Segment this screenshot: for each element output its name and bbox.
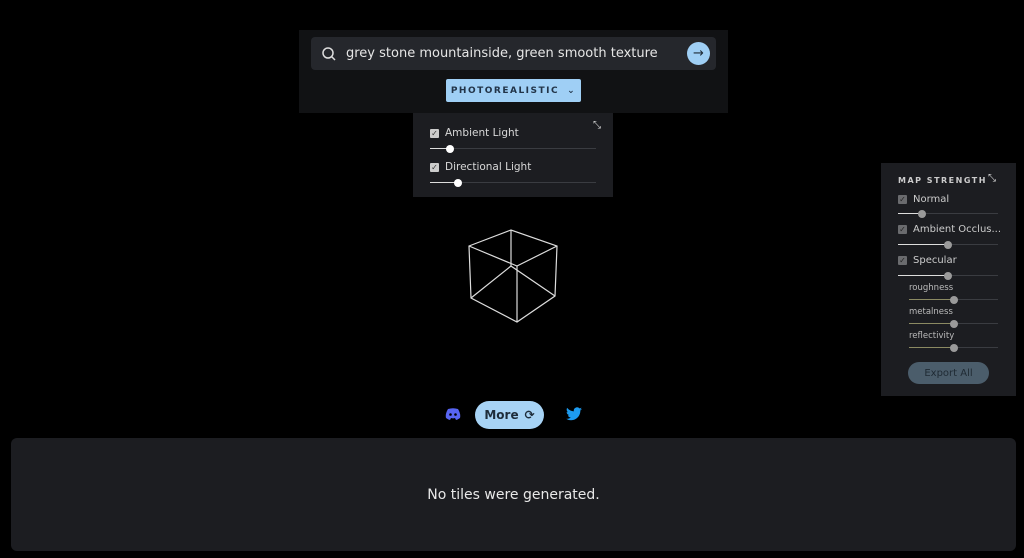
ambient-light-label: Ambient Light: [445, 127, 519, 139]
search-icon: [322, 46, 336, 61]
metalness-label: metalness: [909, 307, 953, 317]
normal-label: Normal: [913, 194, 950, 205]
directional-light-slider[interactable]: [430, 178, 596, 187]
specular-label: Specular: [913, 255, 957, 266]
arrow-right-icon: →: [693, 46, 704, 61]
discord-icon[interactable]: [445, 408, 461, 420]
refresh-icon: ⟳: [524, 408, 535, 422]
lighting-panel: ⤡ ✓ Ambient Light ✓ Directional Light: [413, 113, 613, 197]
ambient-occlusion-slider[interactable]: [898, 240, 998, 249]
collapse-icon[interactable]: ⤡: [593, 120, 601, 131]
more-button[interactable]: More ⟳: [475, 401, 544, 429]
ambient-occlusion-checkbox[interactable]: ✓: [898, 225, 907, 234]
directional-light-label: Directional Light: [445, 161, 532, 173]
roughness-label: roughness: [909, 283, 954, 293]
collapse-icon[interactable]: ⤡: [988, 173, 996, 184]
prompt-input[interactable]: [346, 46, 687, 61]
twitter-icon[interactable]: [566, 407, 582, 421]
metalness-slider[interactable]: [909, 319, 998, 328]
reflectivity-slider[interactable]: [909, 343, 998, 352]
ambient-light-slider[interactable]: [430, 144, 596, 153]
empty-message: No tiles were generated.: [427, 486, 600, 503]
normal-checkbox[interactable]: ✓: [898, 195, 907, 204]
map-strength-title: MAP STRENGTH: [898, 176, 987, 185]
style-dropdown[interactable]: PHOTOREALISTIC ⌄: [446, 79, 581, 102]
map-strength-panel: MAP STRENGTH ⤡ ✓ Normal ✓ Ambient Occlus..…: [881, 163, 1016, 396]
chevron-down-icon: ⌄: [567, 85, 577, 96]
roughness-slider[interactable]: [909, 295, 998, 304]
submit-button[interactable]: →: [687, 42, 710, 65]
specular-checkbox[interactable]: ✓: [898, 256, 907, 265]
directional-light-checkbox[interactable]: ✓: [430, 162, 439, 172]
export-all-button[interactable]: Export All: [908, 362, 989, 384]
normal-slider[interactable]: [898, 209, 998, 218]
tiles-area: No tiles were generated.: [11, 438, 1016, 551]
reflectivity-label: reflectivity: [909, 331, 955, 341]
style-dropdown-label: PHOTOREALISTIC: [450, 85, 560, 96]
specular-slider[interactable]: [898, 271, 998, 280]
ambient-light-checkbox[interactable]: ✓: [430, 128, 439, 138]
cube-preview[interactable]: [465, 226, 561, 326]
more-label: More: [484, 408, 519, 422]
ambient-occlusion-label: Ambient Occlus...: [913, 224, 1002, 235]
search-bar: →: [311, 37, 716, 70]
